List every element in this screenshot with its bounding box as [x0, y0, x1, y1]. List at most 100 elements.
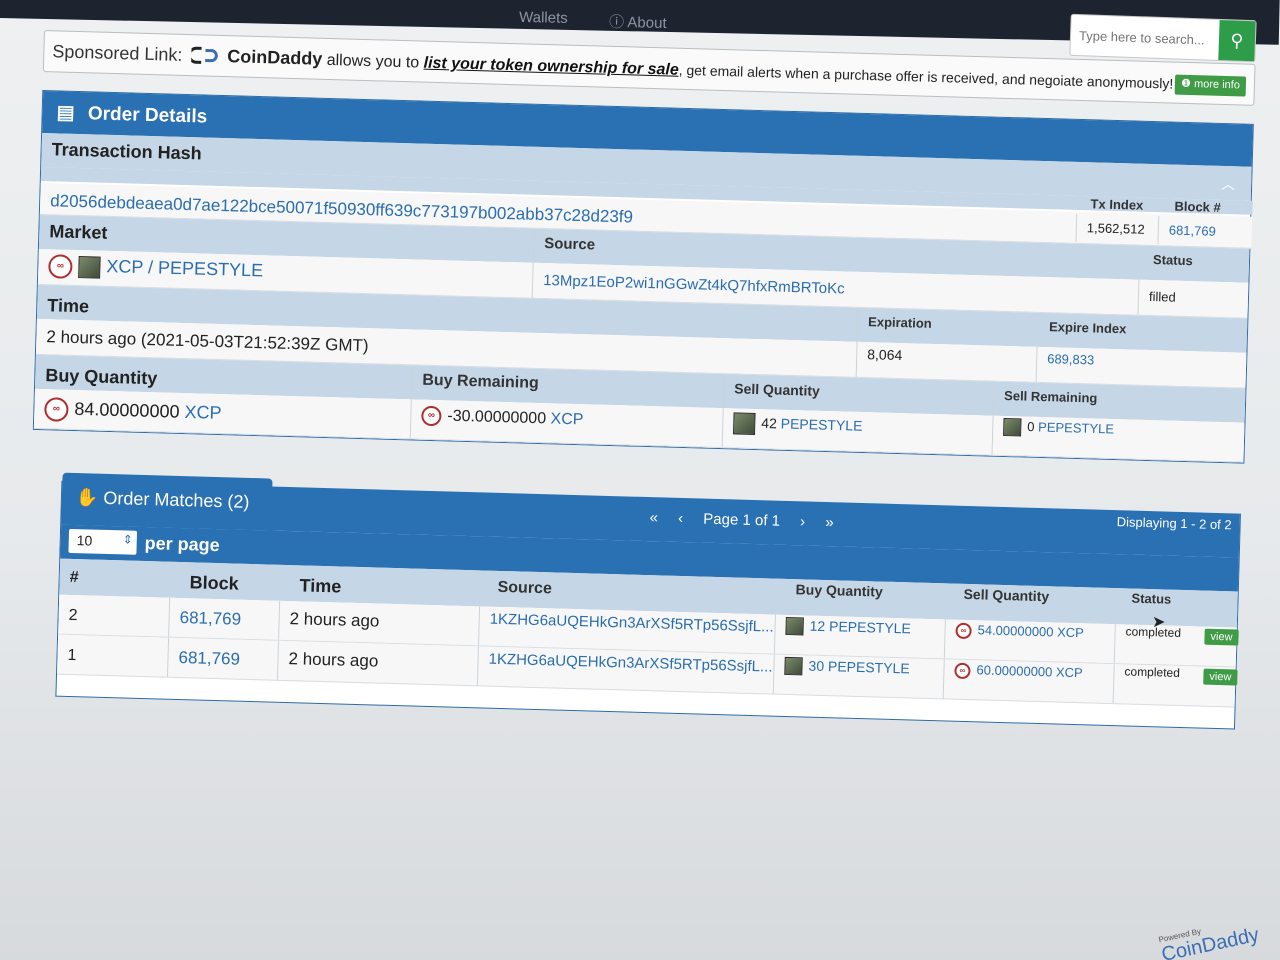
row-buy-quantity[interactable]: 12 PEPESTYLE [773, 614, 922, 658]
sell-quantity-amount: 42 [761, 414, 778, 432]
view-button[interactable]: view [1204, 628, 1239, 646]
select-arrows-icon: ⇕ [122, 532, 133, 547]
row-source[interactable]: 1KZHG6aUQEHkGn3ArXSf5RTp56SsjfL... [476, 646, 783, 694]
nav-item-wallets[interactable]: Wallets [519, 9, 568, 27]
per-page-label: per page [144, 533, 220, 556]
market-value[interactable]: ∞ XCP / PEPESTYLE [38, 249, 274, 291]
nav-item-about[interactable]: ⓘ About [609, 11, 667, 33]
sell-remaining-amount: 0 [1027, 419, 1035, 435]
handshake-icon: ✋ [75, 487, 99, 508]
pepestyle-asset-icon [784, 657, 803, 676]
first-page-icon[interactable]: « [649, 509, 658, 526]
order-details-title: Order Details [87, 103, 208, 128]
sell-remaining-asset[interactable]: PEPESTYLE [1038, 419, 1114, 436]
search-input[interactable] [1078, 25, 1220, 50]
status-value: filled [1137, 279, 1187, 316]
pepestyle-asset-icon [785, 617, 804, 636]
per-page-select[interactable]: 10 ⇕ [68, 528, 138, 555]
market-pair[interactable]: XCP / PEPESTYLE [106, 256, 263, 280]
mouse-cursor-icon: ➤ [1152, 614, 1166, 631]
nav-item-about-label: About [627, 14, 667, 32]
market-label: Market [49, 221, 108, 243]
xcp-coin-icon: ∞ [421, 405, 442, 427]
order-matches-title: Order Matches (2) [103, 487, 250, 512]
screen: Wallets ⓘ About ⚲ Sponsored Link: CoinDa… [0, 0, 1280, 960]
col-source: Source [497, 578, 553, 598]
row-sell-quantity[interactable]: ∞ 54.00000000 XCP [943, 619, 1095, 663]
row-buy-quantity[interactable]: 30 PEPESTYLE [772, 654, 920, 698]
pagination: « ‹ Page 1 of 1 › » [641, 509, 842, 532]
sponsor-text-2: , get email alerts when a purchase offer… [678, 61, 1174, 92]
sponsor-label: Sponsored Link: [52, 41, 183, 65]
col-time: Time [299, 575, 342, 597]
buy-quantity-amount: 84.00000000 [74, 398, 180, 422]
expiration-value: 8,064 [855, 341, 913, 379]
source-label: Source [532, 228, 606, 265]
xcp-coin-icon: ∞ [44, 397, 69, 422]
buy-remaining-amount: -30.00000000 [447, 407, 547, 428]
sell-quantity-label: Sell Quantity [722, 374, 831, 412]
search-icon: ⚲ [1230, 30, 1244, 51]
row-num: 2 [68, 606, 78, 625]
prev-page-icon[interactable]: ‹ [678, 510, 683, 527]
last-page-icon[interactable]: » [825, 514, 834, 531]
row-buy-quantity-text: 12 PEPESTYLE [809, 617, 912, 637]
info-icon: ⓘ [608, 13, 625, 32]
sponsor-brand: CoinDaddy [227, 46, 323, 69]
pepestyle-asset-icon [78, 256, 101, 279]
sponsor-link[interactable]: list your token ownership for sale [423, 55, 679, 79]
buy-quantity-label: Buy Quantity [45, 365, 158, 389]
book-icon: ▤ [56, 102, 75, 124]
sell-quantity-asset[interactable]: PEPESTYLE [781, 415, 863, 433]
order-matches-tab[interactable]: ✋ Order Matches (2) [61, 472, 273, 531]
row-view-cell: view [1193, 666, 1248, 706]
col-buy-quantity: Buy Quantity [795, 581, 883, 600]
more-info-label: more info [1193, 78, 1241, 92]
next-page-icon[interactable]: › [800, 513, 805, 530]
row-view-cell: view [1194, 626, 1249, 666]
col-sell-quantity: Sell Quantity [963, 585, 1050, 605]
pepestyle-asset-icon [732, 412, 756, 436]
col-num: # [69, 568, 79, 587]
sell-remaining-label: Sell Remaining [992, 381, 1108, 419]
row-sell-quantity-text: 60.00000000 XCP [976, 662, 1083, 681]
main-content: Sponsored Link: CoinDaddy allows you to … [24, 30, 1264, 784]
xcp-coin-icon: ∞ [955, 622, 972, 639]
row-sell-quantity[interactable]: ∞ 60.00000000 XCP [942, 659, 1093, 703]
expiration-label: Expiration [856, 307, 943, 345]
buy-quantity-asset[interactable]: XCP [184, 402, 222, 423]
col-block: Block [189, 572, 239, 594]
buy-remaining-label: Buy Remaining [410, 365, 550, 404]
collapse-icon[interactable]: ︿ [1211, 168, 1246, 203]
buy-remaining-asset[interactable]: XCP [550, 411, 583, 429]
tx-hash-label: Transaction Hash [51, 139, 202, 164]
pepestyle-asset-icon [1003, 417, 1022, 437]
tx-index-value: 1,562,512 [1075, 213, 1156, 245]
sell-remaining-value: 0 PEPESTYLE [991, 415, 1125, 459]
row-num: 1 [67, 646, 77, 665]
row-block[interactable]: 681,769 [168, 597, 252, 640]
buy-quantity-value: ∞ 84.00000000 XCP [34, 389, 232, 433]
buy-remaining-value: ∞ -30.00000000 XCP [409, 399, 594, 444]
expire-index-label: Expire Index [1048, 319, 1127, 337]
coindaddy-logo-icon [190, 46, 218, 64]
sponsor-text-1: allows you to [326, 51, 420, 72]
powered-by-logo[interactable]: Powered By CoinDaddy [1158, 915, 1261, 960]
row-buy-quantity-text: 30 PEPESTYLE [808, 657, 910, 677]
per-page-value: 10 [76, 532, 93, 549]
row-time: 2 hours ago [278, 600, 390, 643]
sell-quantity-value: 42 PEPESTYLE [721, 408, 873, 452]
expire-index-value[interactable]: 689,833 [1035, 346, 1105, 384]
order-details-panel: ▤ Order Details Transaction Hash ︿ Tx In… [32, 89, 1254, 464]
view-button[interactable]: view [1203, 668, 1238, 686]
more-info-button[interactable]: ❶ more info [1174, 74, 1247, 97]
search-button[interactable]: ⚲ [1218, 19, 1256, 62]
row-block[interactable]: 681,769 [166, 637, 251, 679]
order-matches-panel: ✋ Order Matches (2) « ‹ Page 1 of 1 › » … [55, 472, 1241, 730]
xcp-coin-icon: ∞ [954, 662, 971, 679]
row-time: 2 hours ago [276, 640, 389, 683]
search-box: ⚲ [1069, 13, 1257, 63]
time-label: Time [47, 295, 90, 317]
xcp-coin-icon: ∞ [48, 254, 73, 279]
block-value[interactable]: 681,769 [1157, 216, 1227, 247]
